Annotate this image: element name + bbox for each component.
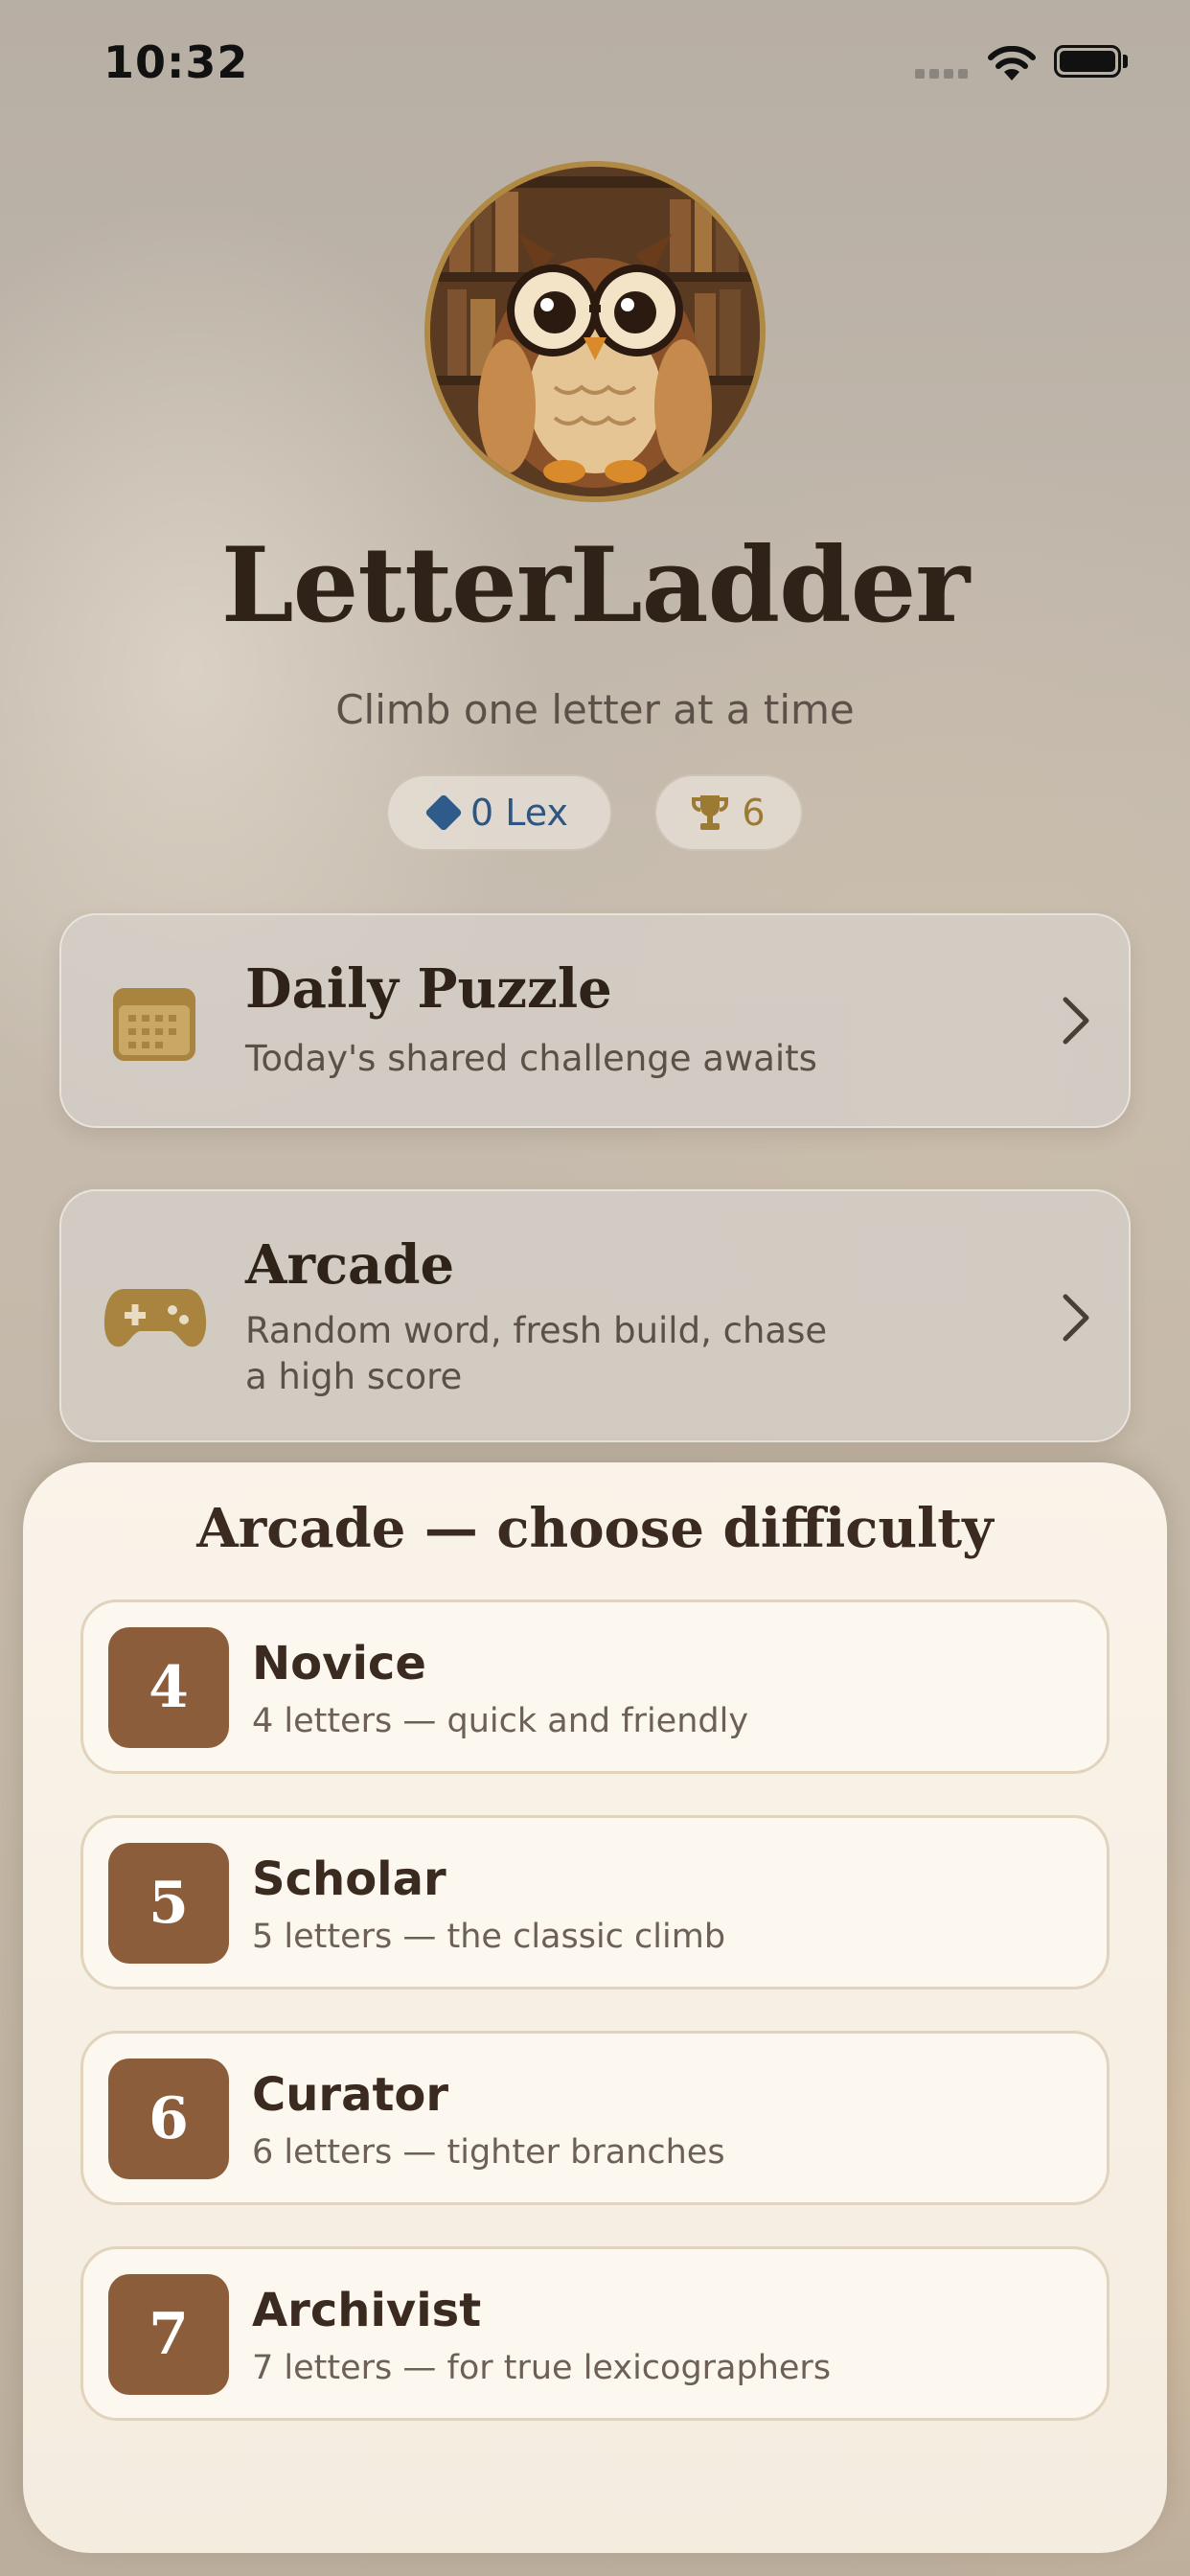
difficulty-description: 6 letters — tighter branches	[252, 2133, 725, 2172]
diamond-icon	[424, 794, 463, 832]
daily-puzzle-card[interactable]: Daily Puzzle Today's shared challenge aw…	[59, 913, 1131, 1128]
difficulty-description: 7 letters — for true lexicographers	[252, 2349, 832, 2387]
difficulty-name: Curator	[252, 2068, 449, 2122]
difficulty-number-badge: 4	[108, 1627, 229, 1748]
lex-balance-badge[interactable]: 0 Lex	[386, 774, 612, 851]
lex-balance-label: 0 Lex	[470, 792, 568, 834]
sheet-title: Arcade — choose difficulty	[196, 1497, 994, 1560]
difficulty-description: 5 letters — the classic climb	[252, 1918, 726, 1956]
status-bar: 10:32	[0, 0, 1190, 125]
difficulty-description: 4 letters — quick and friendly	[252, 1702, 749, 1740]
difficulty-option-novice[interactable]: 4 Novice 4 letters — quick and friendly	[80, 1599, 1110, 1774]
difficulty-option-curator[interactable]: 6 Curator 6 letters — tighter branches	[80, 2031, 1110, 2205]
trophy-count-label: 6	[742, 792, 766, 834]
gamepad-icon	[103, 1289, 207, 1347]
arcade-description: Random word, fresh build, chase a high s…	[245, 1310, 828, 1397]
arcade-card[interactable]: Arcade Random word, fresh build, chase a…	[59, 1189, 1131, 1442]
battery-tip	[1123, 55, 1128, 68]
difficulty-sheet: Arcade — choose difficulty 4 Novice 4 le…	[23, 1462, 1167, 2553]
app-title: LetterLadder	[220, 525, 971, 646]
difficulty-option-scholar[interactable]: 5 Scholar 5 letters — the classic climb	[80, 1815, 1110, 1990]
difficulty-option-archivist[interactable]: 7 Archivist 7 letters — for true lexicog…	[80, 2246, 1110, 2421]
daily-puzzle-description: Today's shared challenge awaits	[245, 1038, 817, 1079]
status-time: 10:32	[103, 36, 249, 88]
owl-mascot-avatar	[424, 161, 766, 502]
trophy-count-badge[interactable]: 6	[654, 774, 803, 851]
difficulty-number-badge: 6	[108, 2058, 229, 2179]
difficulty-number-badge: 5	[108, 1843, 229, 1964]
difficulty-name: Scholar	[252, 1852, 446, 1906]
app-subtitle: Climb one letter at a time	[335, 686, 855, 733]
difficulty-number-badge: 7	[108, 2274, 229, 2395]
difficulty-name: Novice	[252, 1637, 426, 1690]
arcade-title: Arcade	[245, 1233, 455, 1297]
difficulty-name: Archivist	[252, 2284, 482, 2337]
trophy-icon	[692, 795, 729, 830]
cellular-signal-icon	[915, 69, 971, 79]
chevron-right-icon	[1063, 1294, 1089, 1342]
calendar-icon	[113, 988, 195, 1061]
wifi-icon	[988, 46, 1036, 80]
daily-puzzle-title: Daily Puzzle	[245, 957, 612, 1021]
chevron-right-icon	[1063, 997, 1089, 1045]
battery-icon	[1054, 45, 1121, 78]
